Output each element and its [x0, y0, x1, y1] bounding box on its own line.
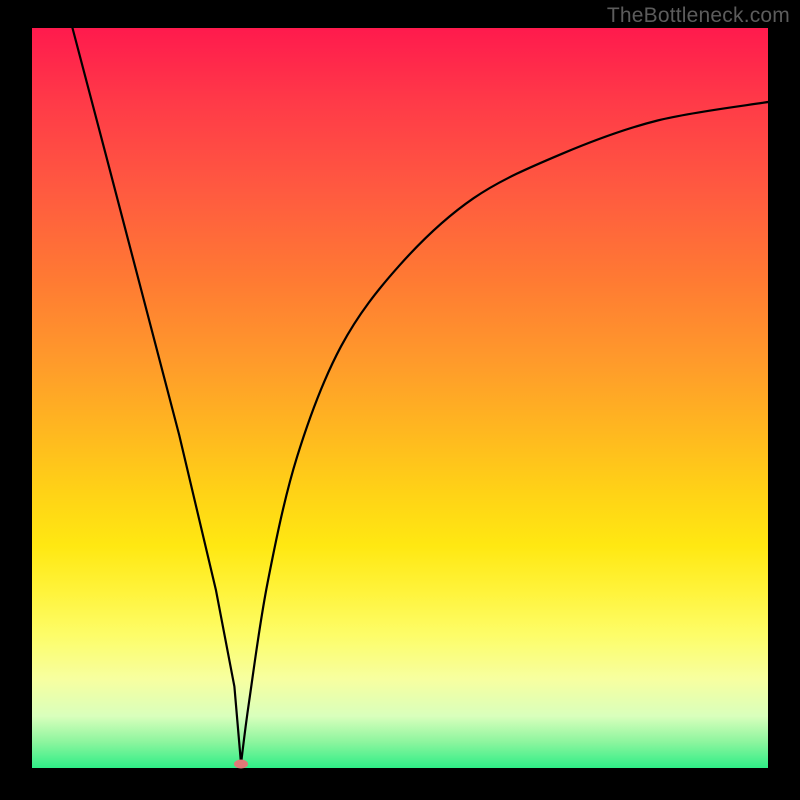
optimum-marker	[234, 759, 248, 768]
plot-area	[32, 28, 768, 768]
chart-frame: TheBottleneck.com	[0, 0, 800, 800]
watermark-text: TheBottleneck.com	[607, 4, 790, 28]
bottleneck-curve	[32, 28, 768, 768]
